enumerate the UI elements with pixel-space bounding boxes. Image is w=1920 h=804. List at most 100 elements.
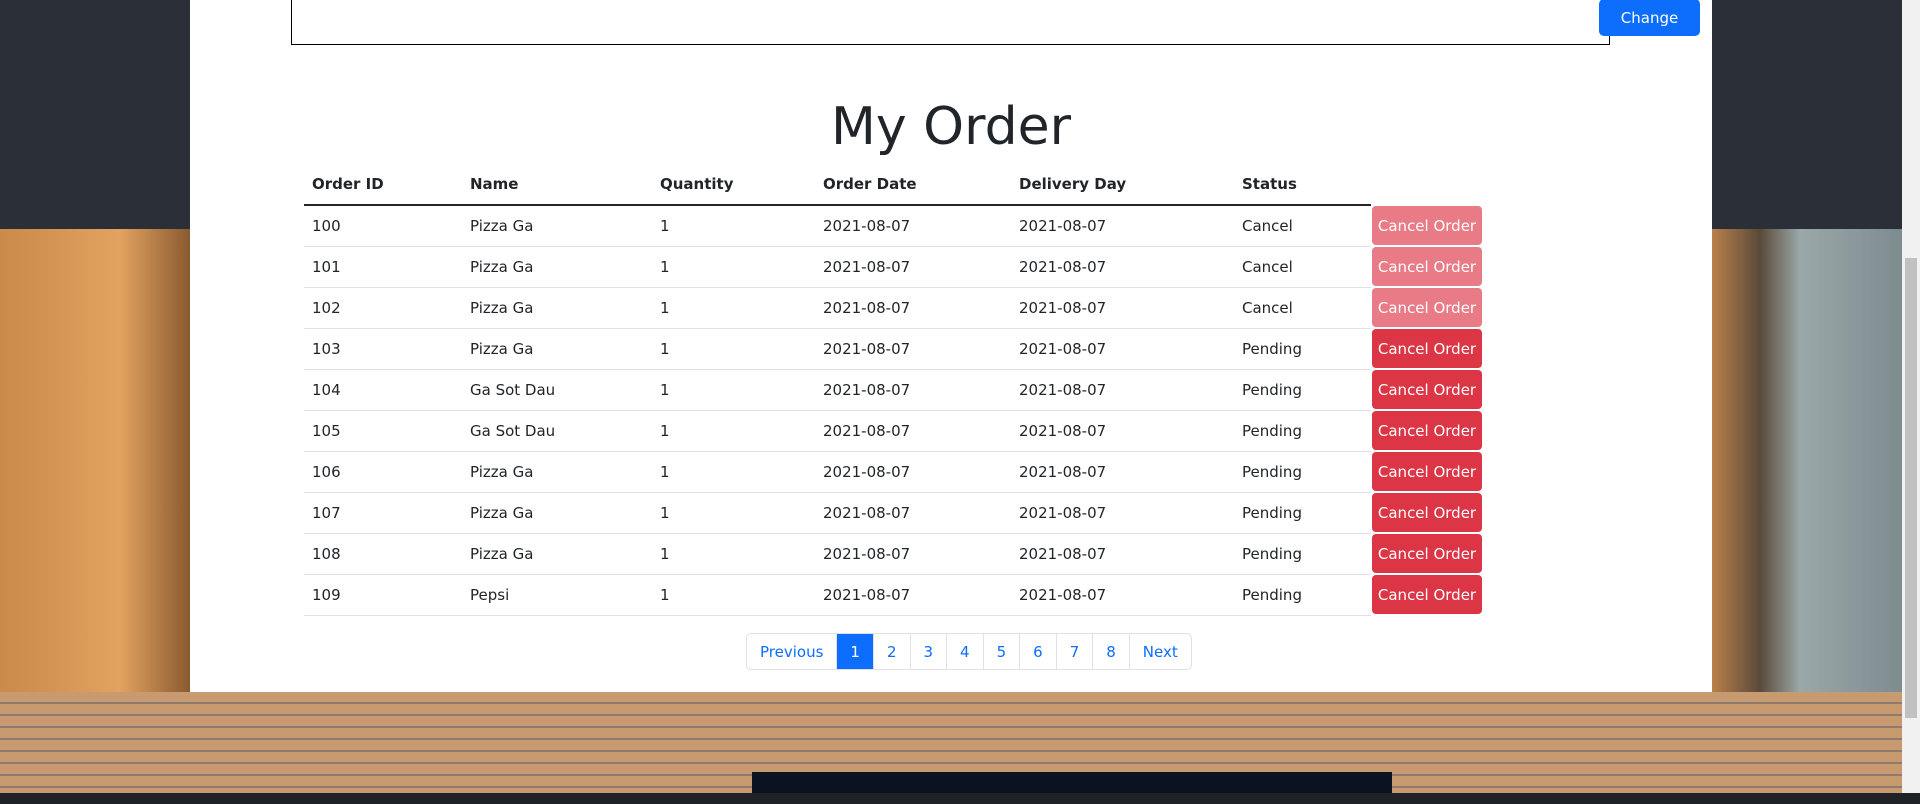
cell-quantity: 1 [652, 574, 815, 616]
table-row: 103 Pizza Ga 1 2021-08-07 2021-08-07 Pending C… [304, 328, 1483, 370]
cell-order-id: 108 [304, 533, 462, 575]
cell-order-date: 2021-08-07 [815, 287, 1011, 329]
cell-status: Cancel [1234, 246, 1371, 288]
cell-order-id: 105 [304, 410, 462, 452]
table-row: 107 Pizza Ga 1 2021-08-07 2021-08-07 Pending C… [304, 492, 1483, 534]
cell-quantity: 1 [652, 287, 815, 329]
cell-delivery-day: 2021-08-07 [1011, 492, 1234, 534]
cell-action: Cancel Order [1371, 246, 1483, 287]
pagination-page-4[interactable]: 4 [946, 634, 983, 669]
header-action [1371, 164, 1483, 205]
pagination-page-3[interactable]: 3 [909, 634, 947, 669]
main-panel: Change My Order Order ID Name Quantity O… [190, 0, 1712, 692]
cell-status: Pending [1234, 369, 1371, 411]
cancel-order-button[interactable]: Cancel Order [1372, 288, 1482, 327]
cell-quantity: 1 [652, 328, 815, 370]
header-order-id: Order ID [304, 164, 462, 206]
cell-status: Pending [1234, 492, 1371, 534]
cell-quantity: 1 [652, 492, 815, 534]
cell-order-id: 106 [304, 451, 462, 493]
cancel-order-button[interactable]: Cancel Order [1372, 329, 1482, 368]
scrollbar-thumb[interactable] [1905, 258, 1917, 718]
cell-status: Pending [1234, 533, 1371, 575]
cancel-order-button[interactable]: Cancel Order [1372, 575, 1482, 614]
pagination-next[interactable]: Next [1128, 634, 1191, 669]
change-button[interactable]: Change [1599, 0, 1700, 36]
cell-status: Pending [1234, 410, 1371, 452]
pagination-page-5[interactable]: 5 [982, 634, 1020, 669]
cell-delivery-day: 2021-08-07 [1011, 369, 1234, 411]
cell-action: Cancel Order [1371, 328, 1483, 369]
top-form-box: Change [291, 0, 1700, 45]
cell-quantity: 1 [652, 451, 815, 493]
cell-action: Cancel Order [1371, 287, 1483, 328]
cell-status: Pending [1234, 451, 1371, 493]
cell-delivery-day: 2021-08-07 [1011, 410, 1234, 452]
cell-order-id: 100 [304, 205, 462, 247]
cell-order-id: 107 [304, 492, 462, 534]
cell-name: Pizza Ga [462, 287, 652, 329]
pagination-page-6[interactable]: 6 [1019, 634, 1056, 669]
header-status: Status [1234, 164, 1371, 206]
cell-order-date: 2021-08-07 [815, 369, 1011, 411]
cell-order-date: 2021-08-07 [815, 451, 1011, 493]
cell-order-date: 2021-08-07 [815, 492, 1011, 534]
pagination-previous[interactable]: Previous [747, 634, 836, 669]
scrollbar[interactable] [1902, 0, 1920, 793]
cell-name: Ga Sot Dau [462, 369, 652, 411]
table-row: 106 Pizza Ga 1 2021-08-07 2021-08-07 Pending C… [304, 451, 1483, 493]
cell-status: Pending [1234, 574, 1371, 616]
cell-quantity: 1 [652, 533, 815, 575]
cancel-order-button[interactable]: Cancel Order [1372, 534, 1482, 573]
taskbar [0, 793, 1920, 804]
cell-delivery-day: 2021-08-07 [1011, 246, 1234, 288]
cell-order-id: 101 [304, 246, 462, 288]
pagination-page-8[interactable]: 8 [1092, 634, 1129, 669]
pagination-page-2[interactable]: 2 [872, 634, 910, 669]
table-row: 109 Pepsi 1 2021-08-07 2021-08-07 Pending Canc… [304, 574, 1483, 616]
cell-status: Cancel [1234, 205, 1371, 247]
cell-quantity: 1 [652, 369, 815, 411]
cell-order-id: 102 [304, 287, 462, 329]
cancel-order-button[interactable]: Cancel Order [1372, 370, 1482, 409]
pagination: Previous 1 2 3 4 5 6 7 8 Next [746, 633, 1192, 670]
cell-status: Pending [1234, 328, 1371, 370]
header-order-date: Order Date [815, 164, 1011, 206]
page-title: My Order [831, 97, 1071, 157]
cancel-order-button[interactable]: Cancel Order [1372, 493, 1482, 532]
cancel-order-button[interactable]: Cancel Order [1372, 452, 1482, 491]
cell-order-date: 2021-08-07 [815, 205, 1011, 247]
cell-order-date: 2021-08-07 [815, 533, 1011, 575]
background-photo [0, 692, 1902, 802]
table-row: 101 Pizza Ga 1 2021-08-07 2021-08-07 Cancel Ca… [304, 246, 1483, 288]
pagination-page-7[interactable]: 7 [1055, 634, 1093, 669]
table-row: 100 Pizza Ga 1 2021-08-07 2021-08-07 Cancel Ca… [304, 205, 1483, 247]
table-row: 102 Pizza Ga 1 2021-08-07 2021-08-07 Cancel Ca… [304, 287, 1483, 329]
cell-action: Cancel Order [1371, 369, 1483, 410]
cell-order-date: 2021-08-07 [815, 328, 1011, 370]
cancel-order-button[interactable]: Cancel Order [1372, 206, 1482, 245]
cancel-order-button[interactable]: Cancel Order [1372, 411, 1482, 450]
pagination-page-1[interactable]: 1 [836, 634, 873, 669]
orders-table: Order ID Name Quantity Order Date Delive… [304, 164, 1483, 616]
cell-delivery-day: 2021-08-07 [1011, 574, 1234, 616]
cell-delivery-day: 2021-08-07 [1011, 205, 1234, 247]
cell-delivery-day: 2021-08-07 [1011, 451, 1234, 493]
cell-order-date: 2021-08-07 [815, 574, 1011, 616]
cell-quantity: 1 [652, 410, 815, 452]
cell-name: Pizza Ga [462, 533, 652, 575]
table-row: 105 Ga Sot Dau 1 2021-08-07 2021-08-07 Pendin… [304, 410, 1483, 452]
table-row: 108 Pizza Ga 1 2021-08-07 2021-08-07 Pending C… [304, 533, 1483, 575]
cell-order-id: 109 [304, 574, 462, 616]
header-delivery-day: Delivery Day [1011, 164, 1234, 206]
cell-action: Cancel Order [1371, 205, 1483, 246]
cell-name: Pizza Ga [462, 328, 652, 370]
cell-order-date: 2021-08-07 [815, 410, 1011, 452]
header-quantity: Quantity [652, 164, 815, 206]
table-header-row: Order ID Name Quantity Order Date Delive… [304, 164, 1483, 206]
cell-delivery-day: 2021-08-07 [1011, 533, 1234, 575]
cancel-order-button[interactable]: Cancel Order [1372, 247, 1482, 286]
cell-order-date: 2021-08-07 [815, 246, 1011, 288]
cell-quantity: 1 [652, 205, 815, 247]
cell-name: Pizza Ga [462, 492, 652, 534]
